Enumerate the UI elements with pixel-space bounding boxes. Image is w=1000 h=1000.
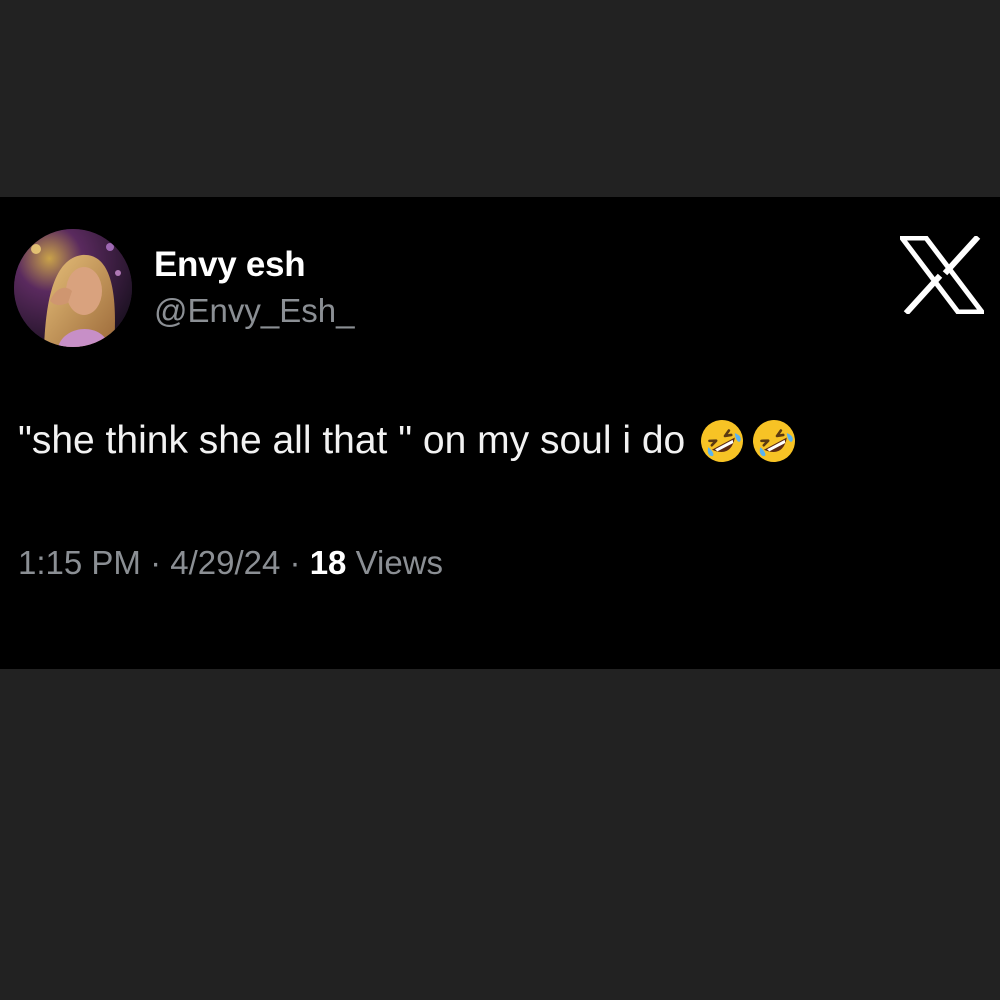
rolling-on-floor-laughing-icon — [751, 418, 797, 464]
tweet-text-content: "she think she all that " on my soul i d… — [18, 419, 686, 462]
avatar[interactable] — [14, 229, 132, 347]
tweet-date[interactable]: 4/29/24 — [170, 544, 280, 581]
tweet-time[interactable]: 1:15 PM — [18, 544, 141, 581]
meta-separator: · — [289, 544, 301, 581]
views-label[interactable]: Views — [356, 544, 443, 581]
views-count[interactable]: 18 — [310, 544, 347, 581]
rolling-on-floor-laughing-icon — [699, 418, 745, 464]
display-name[interactable]: Envy esh — [154, 245, 306, 285]
page-background: Envy esh @Envy_Esh_ "she think she all t… — [0, 0, 1000, 1000]
user-handle[interactable]: @Envy_Esh_ — [154, 292, 354, 330]
x-logo-icon — [896, 234, 988, 316]
tweet-text: "she think she all that " on my soul i d… — [18, 418, 797, 464]
tweet-metadata: 1:15 PM · 4/29/24 · 18 Views — [18, 544, 443, 582]
meta-separator: · — [150, 544, 162, 581]
